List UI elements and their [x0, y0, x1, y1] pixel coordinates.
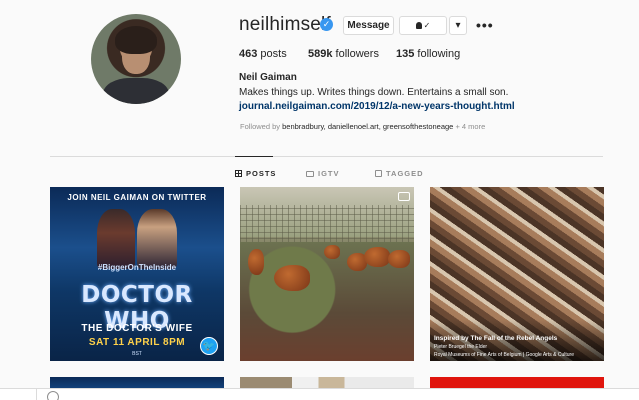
avatar-hair [115, 26, 157, 54]
following-label: following [417, 48, 461, 60]
tab-posts-label: POSTS [246, 169, 277, 178]
tab-tagged-label: TAGGED [386, 169, 424, 178]
message-button[interactable]: Message [343, 16, 394, 35]
tabs-divider [50, 156, 603, 157]
post-caption-title: Inspired by The Fall of the Rebel Angels [434, 335, 558, 342]
followers-label: followers [335, 48, 379, 60]
chicken [388, 250, 410, 268]
posts-count: 463 [239, 48, 258, 60]
tv-icon [306, 170, 314, 177]
following-check: ✓ [423, 21, 431, 30]
more-options-icon[interactable]: ••• [476, 17, 494, 33]
chicken [248, 249, 264, 275]
bio-link[interactable]: journal.neilgaiman.com/2019/12/a-new-yea… [239, 101, 515, 112]
video-icon [398, 192, 410, 201]
character-figure [97, 209, 135, 269]
tab-igtv-label: IGTV [318, 169, 340, 178]
post-subtitle: THE DOCTOR'S WIFE [81, 323, 193, 334]
full-name: Neil Gaiman [239, 72, 297, 83]
stat-following[interactable]: 135 following [396, 48, 460, 60]
character-figure [137, 209, 177, 269]
post-fall-of-rebel-angels[interactable]: Inspired by The Fall of the Rebel Angels… [430, 187, 604, 361]
following-count: 135 [396, 48, 415, 60]
username: neilhimself [239, 14, 331, 35]
post-caption-source: Royal Museums of Fine Arts of Belgium | … [434, 352, 574, 358]
tab-igtv[interactable]: IGTV [306, 169, 340, 178]
verified-badge-icon: ✓ [320, 18, 333, 31]
post-date: SAT 11 APRIL 8PM [88, 337, 186, 348]
tab-posts[interactable]: POSTS [235, 169, 276, 178]
follow-options-dropdown[interactable]: ▾ [449, 16, 467, 35]
post-hashtag: #BiggerOnTheInside [97, 263, 177, 272]
post-bst: BST [132, 351, 142, 357]
person-icon [415, 22, 422, 29]
avatar-shirt [103, 78, 169, 104]
tag-icon [375, 170, 382, 177]
followers-count: 589k [308, 48, 333, 60]
twitter-icon: 🐦 [200, 337, 218, 355]
active-tab-indicator [235, 156, 273, 157]
bottom-bar [0, 388, 639, 400]
bottom-bar-separator [36, 389, 37, 400]
followed-by-prefix: Followed by [240, 122, 283, 131]
tab-tagged[interactable]: TAGGED [375, 169, 424, 178]
post-caption-artist: Pieter Bruegel the Elder [434, 344, 488, 350]
stat-posts: 463 posts [239, 48, 287, 60]
chicken [274, 265, 310, 291]
stat-followers[interactable]: 589k followers [308, 48, 379, 60]
post-doctor-who[interactable]: JOIN NEIL GAIMAN ON TWITTER #BiggerOnThe… [50, 187, 224, 361]
grid-icon [235, 170, 242, 177]
followed-by-names: benbradbury, daniellenoel.art, greensoft… [282, 122, 454, 131]
posts-label: posts [260, 48, 287, 60]
post-top-text: JOIN NEIL GAIMAN ON TWITTER [67, 193, 207, 202]
chicken [364, 247, 390, 267]
followed-by-more: + 4 more [453, 122, 486, 131]
chicken [324, 245, 340, 259]
scene-fence [240, 205, 414, 245]
following-button[interactable]: ✓ [399, 16, 447, 35]
post-characters-image [85, 209, 189, 269]
post-chickens-video[interactable] [240, 187, 414, 361]
search-icon[interactable] [47, 391, 59, 400]
profile-avatar[interactable] [91, 14, 181, 104]
followed-by[interactable]: Followed by benbradbury, daniellenoel.ar… [240, 122, 485, 131]
bio-text: Makes things up. Writes things down. Ent… [239, 87, 509, 98]
